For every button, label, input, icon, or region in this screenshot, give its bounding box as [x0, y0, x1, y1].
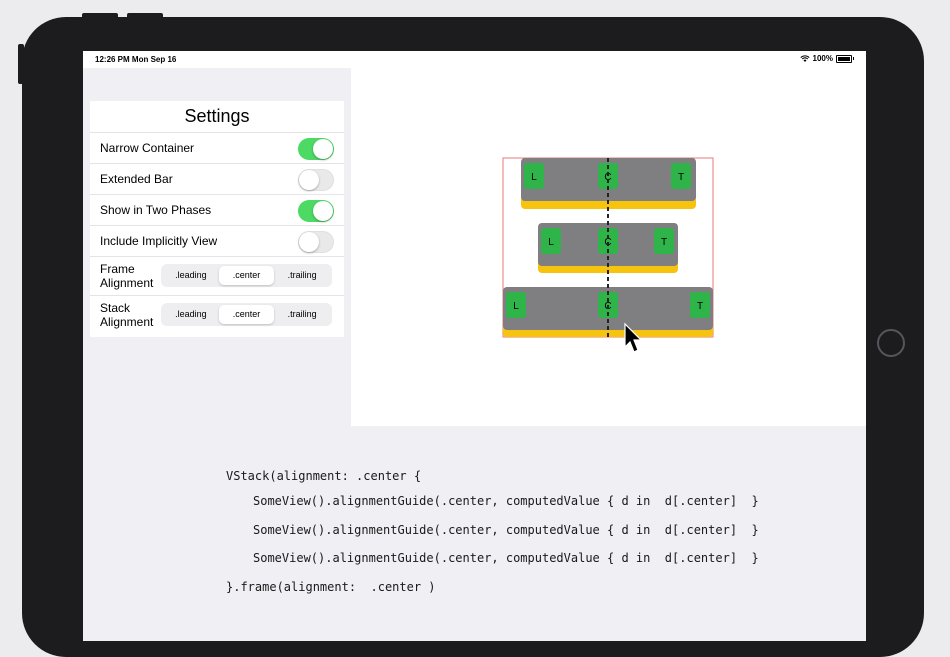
settings-row-extended-bar: Extended Bar	[90, 163, 344, 194]
implicit-view-toggle[interactable]	[298, 231, 334, 253]
frame-alignment-label: Frame Alignment	[100, 262, 160, 290]
volume-button-2	[127, 13, 163, 19]
preview-svg: L C T L C T L	[502, 157, 714, 353]
settings-row-two-phases: Show in Two Phases	[90, 194, 344, 225]
stack-alignment-center[interactable]: .center	[218, 305, 275, 324]
battery-tip	[853, 57, 854, 60]
toggle-label: Extended Bar	[100, 172, 173, 186]
home-button[interactable]	[877, 329, 905, 357]
volume-button-1	[82, 13, 118, 19]
frame-alignment-segmented-control: .leading .center .trailing	[161, 264, 332, 287]
frame-alignment-trailing[interactable]: .trailing	[274, 266, 330, 285]
screen: 12:26 PM Mon Sep 16 100% Settings Narrow…	[83, 51, 866, 641]
frame-alignment-center[interactable]: .center	[218, 266, 275, 285]
row-label-left: L	[548, 237, 554, 248]
settings-row-narrow-container: Narrow Container	[90, 132, 344, 163]
label-line: Stack	[100, 301, 131, 315]
status-bar: 12:26 PM Mon Sep 16 100%	[83, 51, 866, 68]
row-label-right: T	[661, 237, 667, 248]
frame-alignment-leading[interactable]: .leading	[163, 266, 219, 285]
battery-percent: 100%	[812, 54, 833, 63]
wifi-icon	[799, 55, 810, 62]
code-line-3: SomeView().alignmentGuide(.center, compu…	[253, 523, 759, 537]
extended-bar-toggle[interactable]	[298, 169, 334, 191]
stack-alignment-trailing[interactable]: .trailing	[274, 305, 330, 324]
power-button	[18, 44, 24, 84]
toggle-knob	[313, 139, 333, 159]
toggle-label: Include Implicitly View	[100, 234, 218, 248]
two-phases-toggle[interactable]	[298, 200, 334, 222]
row-label-left: L	[531, 172, 537, 183]
code-line-5: }.frame(alignment: .center )	[226, 580, 436, 594]
settings-panel: Settings Narrow Container Extended Bar S…	[90, 101, 344, 337]
status-right: 100%	[799, 54, 854, 63]
settings-title: Settings	[184, 106, 250, 126]
code-line-2: SomeView().alignmentGuide(.center, compu…	[253, 494, 759, 508]
row-label-right: T	[697, 301, 703, 312]
code-line-4: SomeView().alignmentGuide(.center, compu…	[253, 551, 759, 565]
row-label-right: T	[678, 172, 684, 183]
stack-alignment-segmented-control: .leading .center .trailing	[161, 303, 332, 326]
toggle-knob	[299, 170, 319, 190]
toggle-knob	[299, 232, 319, 252]
label-line: Frame	[100, 262, 135, 276]
settings-row-stack-alignment: Stack Alignment .leading .center .traili…	[90, 295, 344, 334]
code-line-1: VStack(alignment: .center {	[226, 469, 422, 483]
toggle-label: Narrow Container	[100, 141, 195, 155]
narrow-container-toggle[interactable]	[298, 138, 334, 160]
status-time: 12:26 PM Mon Sep 16	[95, 55, 177, 64]
toggle-knob	[313, 201, 333, 221]
stack-alignment-leading[interactable]: .leading	[163, 305, 219, 324]
label-line: Alignment	[100, 276, 154, 290]
row-label-left: L	[513, 301, 519, 312]
preview-canvas: L C T L C T L	[351, 68, 866, 426]
toggle-label: Show in Two Phases	[100, 203, 212, 217]
label-line: Alignment	[100, 315, 154, 329]
battery-icon	[836, 54, 852, 63]
settings-row-implicit-view: Include Implicitly View	[90, 225, 344, 256]
stack-alignment-label: Stack Alignment	[100, 301, 160, 329]
settings-row-frame-alignment: Frame Alignment .leading .center .traili…	[90, 256, 344, 295]
